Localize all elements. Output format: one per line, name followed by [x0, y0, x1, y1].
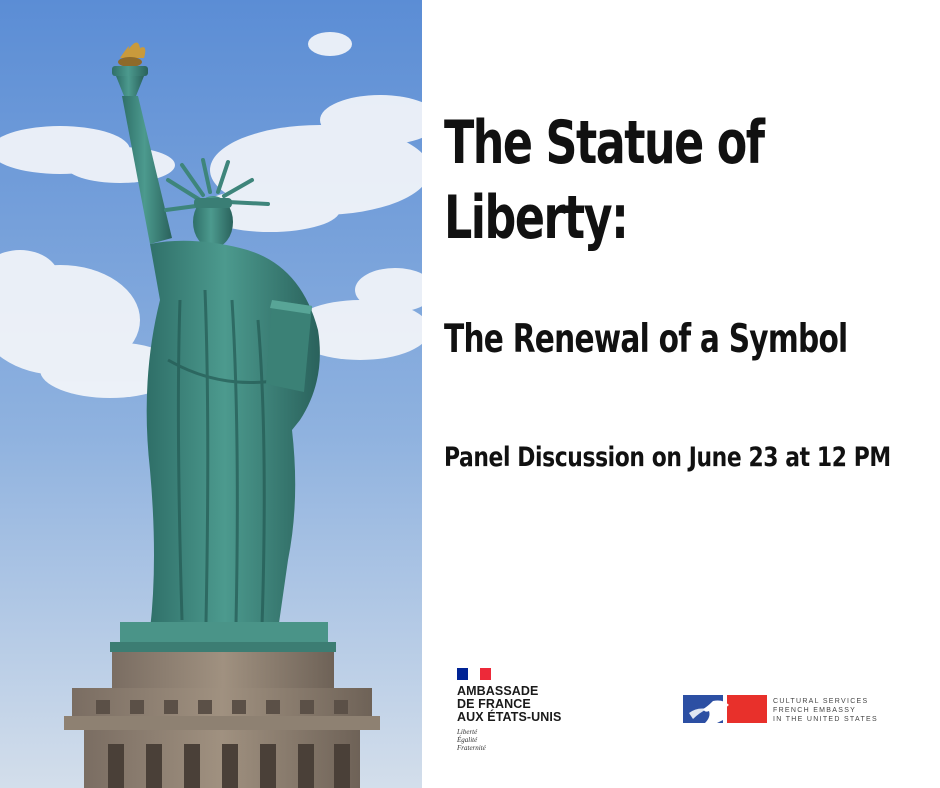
page-subtitle: The Renewal of a Symbol	[444, 317, 848, 362]
motto-liberte: Liberté	[457, 728, 478, 736]
republic-motto: Liberté Égalité Fraternité	[457, 728, 617, 752]
motto-egalite: Égalité	[457, 736, 478, 744]
event-details: Panel Discussion on June 23 at 12 PM	[444, 442, 891, 473]
motto-fraternite: Fraternité	[457, 744, 486, 752]
marianne-mark-icon	[683, 695, 767, 723]
page-title: The Statue of Liberty:	[444, 106, 799, 256]
embassy-logo: AMBASSADE DE FRANCE AUX ÉTATS-UNIS Liber…	[457, 668, 617, 752]
statue-of-liberty-photo	[0, 0, 422, 788]
poster: The Statue of Liberty: The Renewal of a …	[0, 0, 940, 788]
title-line-2: Liberty:	[444, 183, 629, 253]
french-flag-icon	[457, 668, 491, 680]
text-panel: The Statue of Liberty: The Renewal of a …	[422, 0, 940, 788]
cultural-services-logo: CULTURAL SERVICES FRENCH EMBASSY IN THE …	[683, 695, 903, 725]
title-line-1: The Statue of	[444, 108, 765, 178]
cs-line-1: CULTURAL SERVICES	[773, 698, 869, 705]
embassy-line-3: AUX ÉTATS-UNIS	[457, 710, 562, 724]
cs-line-2: FRENCH EMBASSY	[773, 707, 857, 714]
cs-line-3: IN THE UNITED STATES	[773, 716, 878, 723]
cultural-services-text: CULTURAL SERVICES FRENCH EMBASSY IN THE …	[773, 697, 878, 724]
